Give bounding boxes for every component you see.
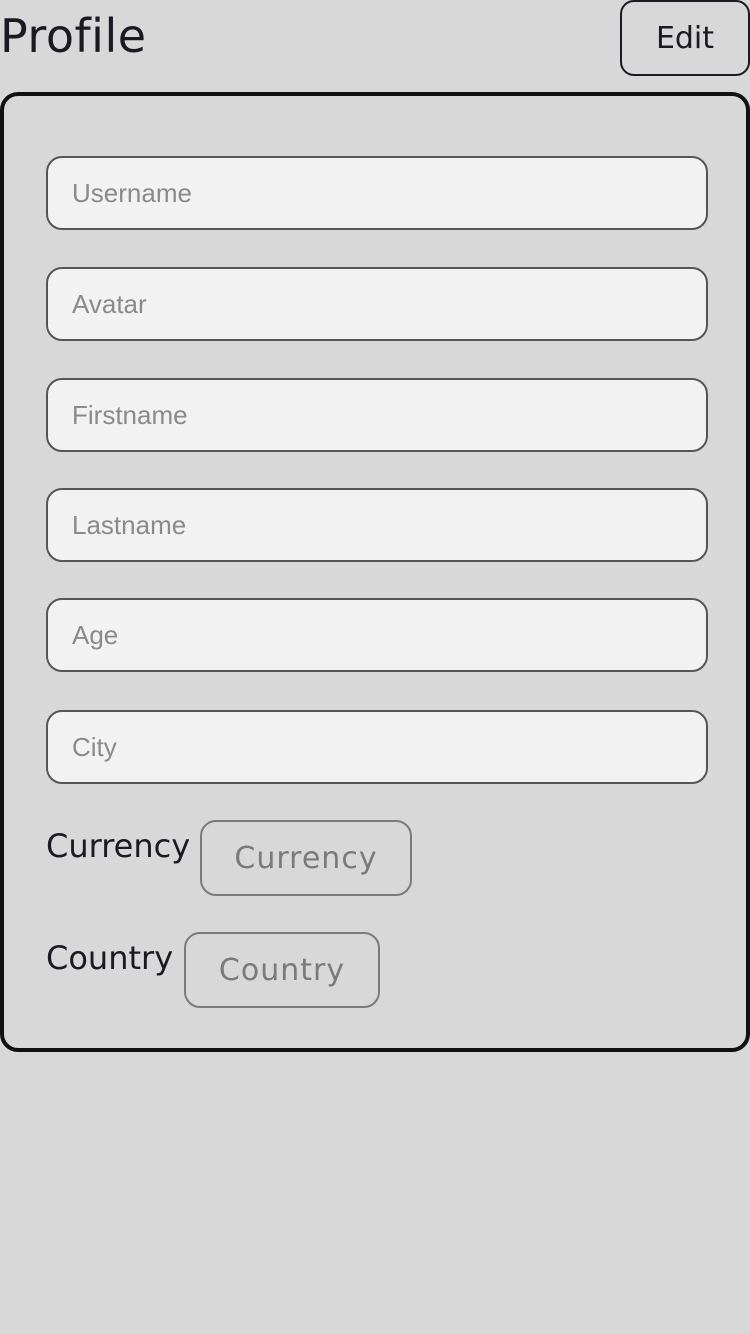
currency-label: Currency: [46, 827, 191, 865]
page-title: Profile: [0, 9, 147, 63]
firstname-input[interactable]: [46, 378, 708, 452]
age-input[interactable]: [46, 598, 708, 672]
edit-button[interactable]: Edit: [620, 0, 750, 76]
username-input[interactable]: [46, 156, 708, 230]
avatar-input[interactable]: [46, 267, 708, 341]
country-label: Country: [46, 939, 174, 977]
currency-picker-button[interactable]: Currency: [200, 820, 412, 896]
lastname-input[interactable]: [46, 488, 708, 562]
city-input[interactable]: [46, 710, 708, 784]
country-picker-button[interactable]: Country: [184, 932, 380, 1008]
profile-form-card: Currency Currency Country Country: [0, 92, 750, 1052]
